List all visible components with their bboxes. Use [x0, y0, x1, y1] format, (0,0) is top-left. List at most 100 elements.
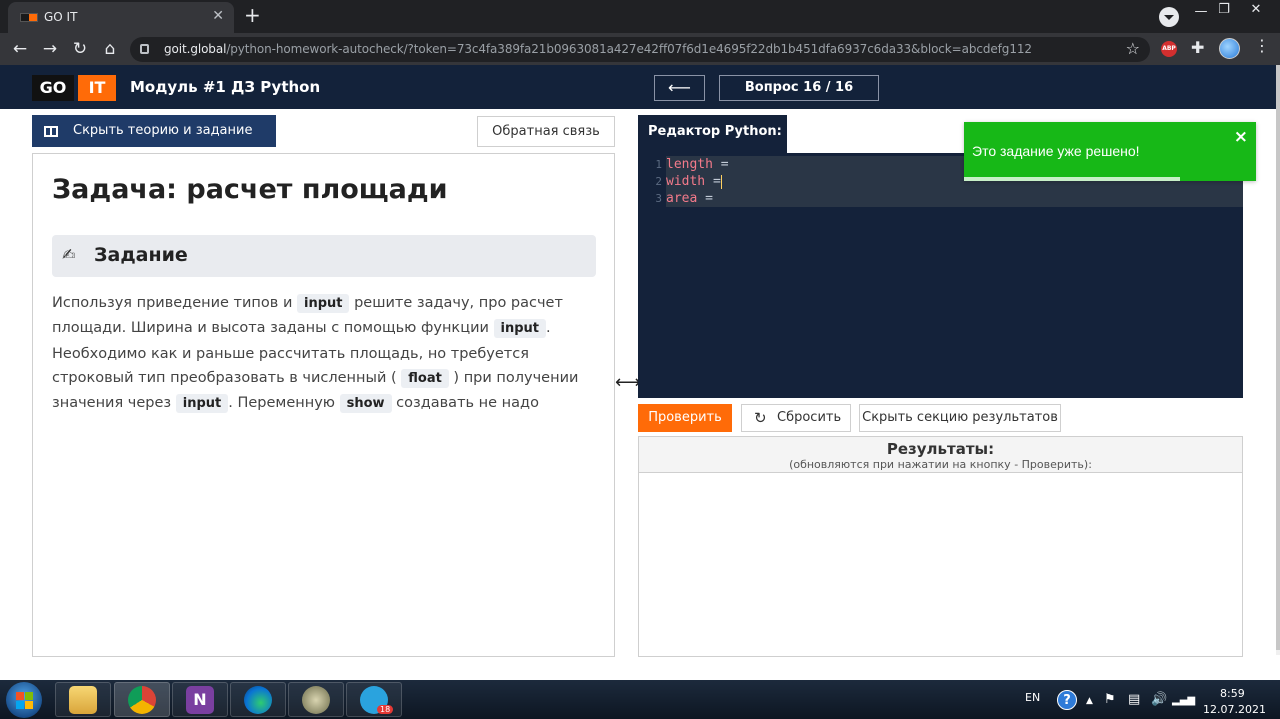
solved-toast: Это задание уже решено! ×: [964, 122, 1256, 181]
url-host: goit.global: [164, 42, 227, 56]
site-header: GO IT Модуль #1 ДЗ Python ⟵ Вопрос 16 / …: [0, 65, 1276, 109]
taskbar-app[interactable]: [288, 682, 344, 717]
pencil-icon: ✍: [62, 245, 76, 264]
inline-code: input: [175, 394, 229, 414]
code-editor[interactable]: 1 2 3 length = width = area =: [638, 153, 1243, 398]
task-title: Задача: расчет площади: [52, 174, 448, 205]
taskbar-onenote[interactable]: N: [172, 682, 228, 717]
reload-icon[interactable]: ↻: [68, 38, 92, 60]
language-indicator[interactable]: EN: [1025, 691, 1040, 704]
browser-menu-icon[interactable]: ⋮: [1254, 36, 1270, 55]
results-panel: Результаты: (обновляются при нажатии на …: [638, 436, 1243, 657]
help-icon[interactable]: ?: [1057, 690, 1077, 710]
reset-button[interactable]: ↻ Сбросить: [741, 404, 851, 432]
home-icon[interactable]: ⌂: [98, 38, 122, 60]
module-title: Модуль #1 ДЗ Python: [130, 78, 321, 96]
line-number: 1: [655, 158, 662, 171]
new-tab-button[interactable]: +: [244, 4, 261, 26]
pane-resize-handle[interactable]: ⟷: [615, 372, 641, 393]
browser-tab[interactable]: GO IT ✕: [8, 2, 234, 33]
start-button[interactable]: [6, 682, 42, 718]
check-button[interactable]: Проверить: [638, 404, 732, 432]
task-text-part: . Переменную: [228, 395, 340, 412]
forward-icon[interactable]: →: [38, 38, 62, 60]
adblock-plus-icon[interactable]: ABP: [1161, 41, 1177, 57]
address-toolbar: ← → ↻ ⌂ goit.global/python-homework-auto…: [0, 33, 1280, 65]
question-counter: Вопрос 16 / 16: [719, 75, 879, 101]
tab-search-icon[interactable]: [1159, 7, 1179, 27]
taskbar-edge[interactable]: [230, 682, 286, 717]
url-path: /python-homework-autocheck/?token=73c4fa…: [226, 42, 1032, 56]
tray-expand-icon[interactable]: ▲: [1086, 696, 1093, 706]
code-operator: =: [697, 191, 713, 206]
edge-icon: [244, 686, 272, 714]
book-icon: [44, 126, 58, 137]
logo-go: GO: [32, 75, 74, 101]
page-scrollbar[interactable]: [1276, 65, 1280, 655]
results-title: Результаты:: [886, 440, 995, 458]
inline-code: input: [296, 294, 350, 313]
taskbar-telegram[interactable]: 18: [346, 682, 402, 717]
onenote-icon: N: [186, 686, 214, 714]
scrollbar-thumb[interactable]: [1276, 65, 1280, 650]
windows-logo-red: [16, 692, 24, 700]
task-text-part: создавать не надо: [391, 395, 539, 412]
folder-icon: [69, 686, 97, 714]
line-number: 3: [655, 192, 662, 205]
toggle-theory-button[interactable]: Скрыть теорию и задание: [32, 115, 276, 147]
url-text[interactable]: goit.global/python-homework-autocheck/?t…: [164, 42, 1032, 56]
inline-code: float: [401, 368, 449, 388]
reset-label: Сбросить: [777, 410, 842, 425]
code-variable: length: [666, 157, 713, 172]
windows-logo-yellow: [25, 701, 33, 709]
windows-logo-blue: [16, 701, 24, 709]
code-line[interactable]: width =: [666, 173, 722, 190]
browser-tab-strip: GO IT ✕ + — ❐ ✕: [0, 0, 1280, 33]
line-number: 2: [655, 175, 662, 188]
task-text-part: Используя приведение типов и: [52, 295, 297, 311]
back-icon[interactable]: ←: [8, 38, 32, 60]
hide-results-button[interactable]: Скрыть секцию результатов: [859, 404, 1061, 432]
goit-logo[interactable]: GO IT: [32, 75, 116, 101]
tab-close-icon[interactable]: ✕: [212, 8, 224, 24]
section-title: Задание: [94, 244, 188, 266]
code-line[interactable]: length =: [666, 156, 729, 173]
clock-time[interactable]: 8:59: [1220, 687, 1245, 700]
editor-tab: Редактор Python:: [638, 115, 787, 153]
restore-icon[interactable]: ❐: [1209, 2, 1239, 17]
code-line[interactable]: area =: [666, 190, 713, 207]
window-close-icon[interactable]: ✕: [1241, 2, 1271, 17]
inline-code: show: [339, 394, 392, 414]
results-subtitle: (обновляются при нажатии на кнопку - Про…: [789, 458, 1092, 471]
bookmark-star-icon[interactable]: ☆: [1126, 39, 1140, 58]
omnibox[interactable]: goit.global/python-homework-autocheck/?t…: [130, 37, 1150, 62]
app-icon: [302, 686, 330, 714]
toast-message: Это задание уже решено!: [972, 143, 1140, 159]
toast-close-icon[interactable]: ×: [1234, 127, 1248, 147]
goit-favicon-icon: [20, 13, 38, 22]
action-center-flag-icon[interactable]: ⚑: [1104, 692, 1116, 707]
code-operator: =: [712, 157, 729, 172]
taskbar-file-explorer[interactable]: [55, 682, 111, 717]
code-operator: =: [705, 174, 721, 189]
toast-progress-bar: [964, 177, 1181, 181]
refresh-icon: ↻: [754, 409, 767, 427]
previous-question-button[interactable]: ⟵: [654, 75, 705, 101]
chrome-icon: [128, 686, 156, 714]
profile-avatar[interactable]: [1219, 38, 1240, 59]
clock-date[interactable]: 12.07.2021: [1203, 703, 1266, 716]
telegram-badge: 18: [377, 705, 394, 714]
task-card: Задача: расчет площади ✍ Задание Использ…: [32, 153, 615, 657]
tab-title: GO IT: [44, 10, 78, 24]
device-icon[interactable]: ▤: [1128, 692, 1140, 707]
windows-logo-green: [25, 692, 33, 700]
inline-code: input: [493, 319, 547, 339]
volume-icon[interactable]: 🔊: [1151, 692, 1167, 707]
lock-icon[interactable]: [140, 44, 149, 54]
logo-it: IT: [78, 75, 116, 101]
taskbar-chrome[interactable]: [114, 682, 170, 717]
extensions-icon[interactable]: ✚: [1191, 38, 1204, 57]
network-icon[interactable]: ▂▄▆: [1172, 695, 1195, 706]
code-variable: width: [666, 174, 706, 189]
feedback-button[interactable]: Обратная связь: [477, 116, 615, 147]
